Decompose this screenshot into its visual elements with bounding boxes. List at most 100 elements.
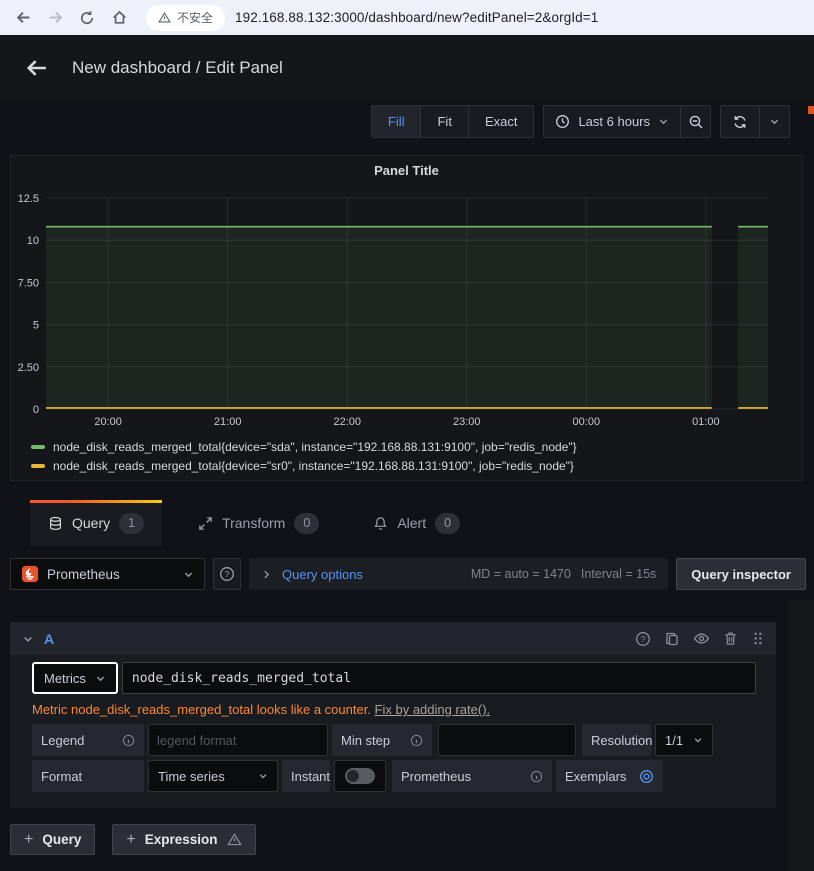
chevron-down-icon: [658, 116, 669, 127]
exemplars-toggle[interactable]: [639, 769, 654, 784]
min-step-input[interactable]: [438, 724, 576, 756]
interval-text: Interval = 15s: [581, 567, 656, 581]
magnifier-minus-icon: [688, 114, 704, 130]
chevron-down-icon: [258, 771, 268, 781]
eye-circle-icon: [639, 769, 654, 784]
info-icon[interactable]: [410, 734, 423, 747]
warning-triangle-icon: [158, 11, 171, 24]
svg-text:10: 10: [27, 235, 39, 247]
legend-item[interactable]: node_disk_reads_merged_total{device="sda…: [31, 440, 802, 454]
arrow-left-icon: [26, 57, 48, 79]
datasource-picker[interactable]: Prometheus: [10, 558, 205, 590]
bell-icon: [373, 516, 388, 531]
legend-label: Legend: [41, 733, 84, 748]
help-circle-icon: ?: [635, 631, 651, 647]
query-options-toggle[interactable]: Query options: [282, 567, 363, 582]
security-chip[interactable]: 不安全: [146, 5, 225, 31]
resolution-select[interactable]: 1/1: [655, 724, 713, 756]
chevron-right-icon: [261, 569, 272, 580]
time-range-picker[interactable]: Last 6 hours: [544, 106, 680, 137]
edit-tabs: Query 1 Transform 0 Alert 0: [30, 500, 478, 546]
add-query-button[interactable]: + Query: [10, 824, 95, 855]
toggle-track: [345, 768, 375, 784]
info-icon[interactable]: [122, 734, 135, 747]
format-label-chip: Format: [32, 760, 144, 792]
tab-alert[interactable]: Alert 0: [355, 500, 478, 546]
svg-text:00:00: 00:00: [573, 416, 601, 428]
query-row-actions: ?: [635, 630, 764, 647]
arrow-right-icon: [47, 9, 64, 26]
browser-back-button[interactable]: [10, 5, 36, 31]
time-range-label: Last 6 hours: [578, 114, 650, 129]
add-expression-button[interactable]: + Expression: [112, 824, 255, 855]
browser-refresh-button[interactable]: [74, 5, 100, 31]
legend-label-chip: Legend: [32, 724, 144, 756]
format-value: Time series: [158, 769, 225, 784]
refresh-dashboard-button[interactable]: [721, 106, 759, 137]
chart-plot[interactable]: 02.5057.501012.520:0021:0022:0023:0000:0…: [11, 190, 802, 435]
exact-button[interactable]: Exact: [468, 106, 534, 137]
address-bar[interactable]: 不安全 192.168.88.132:3000/dashboard/new?ed…: [146, 4, 804, 32]
chevron-down-icon: [693, 735, 703, 745]
add-expression-label: Expression: [145, 832, 218, 847]
query-row-header[interactable]: A ?: [10, 622, 776, 655]
panel: Panel Title 02.5057.501012.520:0021:0022…: [10, 155, 803, 481]
query-inspector-button[interactable]: Query inspector: [676, 558, 806, 590]
instant-toggle[interactable]: [334, 760, 386, 792]
back-arrow-button[interactable]: [26, 57, 48, 79]
arrow-left-icon: [15, 9, 32, 26]
format-select[interactable]: Time series: [148, 760, 278, 792]
fix-rate-link[interactable]: Fix by adding rate().: [375, 702, 491, 717]
metric-expression-input[interactable]: [122, 662, 756, 694]
min-step-label-chip: Min step: [332, 724, 432, 756]
drag-handle[interactable]: [751, 631, 764, 646]
panel-toolbar: Fill Fit Exact Last 6 hours: [371, 105, 790, 138]
browser-home-button[interactable]: [106, 5, 132, 31]
prometheus-label: Prometheus: [401, 769, 471, 784]
duplicate-query-button[interactable]: [664, 631, 680, 647]
clock-icon: [555, 114, 570, 129]
fit-button[interactable]: Fit: [420, 106, 467, 137]
svg-text:5: 5: [33, 320, 39, 332]
format-label: Format: [41, 769, 82, 784]
warning-text: Metric node_disk_reads_merged_total look…: [32, 702, 371, 717]
query-options-row-2: Format Time series Instant Prometheus Ex…: [32, 760, 756, 792]
collapse-chevron-icon[interactable]: [22, 633, 34, 645]
delete-query-button[interactable]: [723, 631, 738, 646]
refresh-interval-dropdown[interactable]: [759, 106, 789, 137]
tab-label: Alert: [397, 515, 426, 531]
metrics-dropdown[interactable]: Metrics: [32, 662, 118, 694]
svg-text:23:00: 23:00: [453, 416, 481, 428]
options-pane-edge: [808, 106, 814, 114]
security-chip-label: 不安全: [177, 9, 213, 26]
database-icon: [48, 516, 63, 531]
refresh-icon: [79, 10, 95, 26]
chevron-down-icon: [183, 569, 194, 580]
tab-query[interactable]: Query 1: [30, 500, 162, 546]
fit-mode-group: Fill Fit Exact: [371, 105, 535, 138]
toggle-knob: [347, 770, 359, 782]
zoom-out-button[interactable]: [680, 106, 710, 137]
legend-format-input[interactable]: [148, 724, 328, 756]
legend-label: node_disk_reads_merged_total{device="sr0…: [53, 459, 574, 473]
fill-button[interactable]: Fill: [372, 106, 421, 137]
svg-text:20:00: 20:00: [94, 416, 122, 428]
query-help-button[interactable]: ?: [635, 631, 651, 647]
url-text: 192.168.88.132:3000/dashboard/new?editPa…: [235, 10, 598, 25]
info-icon[interactable]: [530, 770, 543, 783]
metric-row: Metrics: [32, 662, 756, 694]
query-editor-body: Metrics Metric node_disk_reads_merged_to…: [10, 655, 776, 808]
tab-transform[interactable]: Transform 0: [180, 500, 337, 546]
query-actions-row: + Query + Expression: [10, 824, 256, 855]
eye-icon: [693, 630, 710, 647]
toggle-visibility-button[interactable]: [693, 630, 710, 647]
chart-legend: node_disk_reads_merged_total{device="sda…: [11, 440, 802, 473]
browser-forward-button[interactable]: [42, 5, 68, 31]
scroll-gutter: [788, 600, 814, 871]
resolution-value: 1/1: [665, 733, 683, 748]
plus-icon: +: [24, 831, 33, 849]
svg-text:0: 0: [33, 404, 39, 416]
legend-item[interactable]: node_disk_reads_merged_total{device="sr0…: [31, 459, 802, 473]
datasource-help-button[interactable]: ?: [213, 558, 241, 590]
panel-title: Panel Title: [11, 156, 802, 190]
